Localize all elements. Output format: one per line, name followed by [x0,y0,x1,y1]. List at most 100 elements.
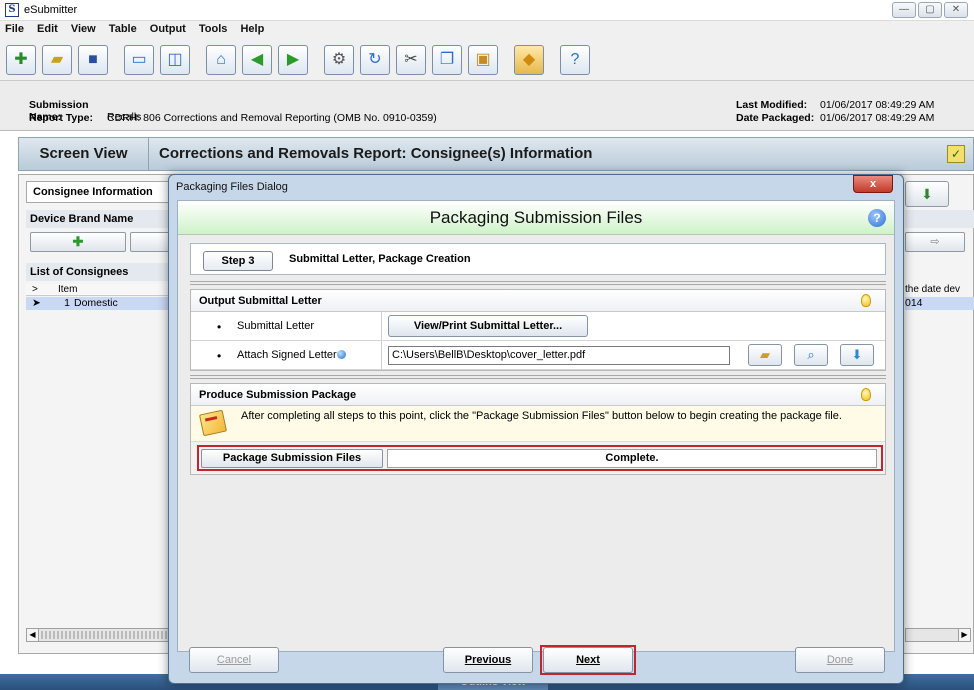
done-button[interactable]: Done [795,647,885,673]
report-title: Corrections and Removals Report: Consign… [159,145,593,162]
dialog-title: Packaging Files Dialog [176,181,288,193]
title-bar: S eSubmitter — ▢ ✕ [0,0,974,21]
attached-file-path[interactable]: C:\Users\BellB\Desktop\cover_letter.pdf [388,346,730,365]
menu-edit[interactable]: Edit [32,21,63,35]
package-status: Complete. [387,449,877,468]
lightbulb-icon [861,388,871,401]
date-packaged-label: Date Packaged: [736,112,815,124]
window-title: eSubmitter [24,4,78,16]
window-icon[interactable]: ▭ [124,45,154,75]
save-icon[interactable]: ■ [78,45,108,75]
col-marker: > [32,284,38,295]
required-dot-icon [337,350,346,359]
toolbar: ✚ ▰ ■ ▭ ◫ ⌂ ◀ ▶ ⚙ ↻ ✂ ❐ ▣ ◆ ? [0,39,974,81]
magnifier-icon[interactable]: ⌕ [794,344,828,366]
col-date: the date dev [905,284,961,295]
help-icon[interactable]: ? [868,209,886,227]
back-icon[interactable]: ◀ [242,45,272,75]
forward-icon[interactable]: ▶ [278,45,308,75]
checklist-icon[interactable]: ✓ [947,145,965,163]
scroll-right-icon[interactable]: ▶ [958,629,970,641]
dialog-body: Packaging Submission Files ? Step 3 Subm… [177,200,895,652]
table-row[interactable]: ➤ 1 Domestic [26,297,172,310]
attach-letter-row: • Attach Signed Letter C:\Users\BellB\De… [191,341,885,370]
menu-output[interactable]: Output [145,21,191,35]
instruction-text: After completing all steps to this point… [241,410,842,422]
produce-package-section: Produce Submission Package After complet… [190,383,886,475]
screen-view-tab[interactable]: Screen View [19,138,149,170]
attach-letter-label: Attach Signed Letter [237,349,337,361]
col-item: Item [58,284,78,295]
new-file-icon[interactable]: ✚ [6,45,36,75]
row-text: Domestic [74,297,118,309]
row-marker-icon: ➤ [32,297,41,309]
device-brand-label: Device Brand Name [26,210,172,228]
report-type-value: CDRH: 806 Corrections and Removal Report… [107,112,437,124]
divider [190,375,886,379]
right-band [905,210,974,228]
settings-icon[interactable]: ⚙ [324,45,354,75]
step-title: Submittal Letter, Package Creation [289,253,471,265]
consignee-list-label: List of Consignees [26,263,172,281]
minimize-button[interactable]: — [892,2,916,18]
download-button[interactable]: ⬇ [905,181,949,207]
divider [190,281,886,285]
produce-section-title: Produce Submission Package [199,389,357,401]
package-icon[interactable]: ◆ [514,45,544,75]
menu-bar: File Edit View Table Output Tools Help [0,21,974,39]
copy-icon[interactable]: ❐ [432,45,462,75]
menu-table[interactable]: Table [104,21,142,35]
note-icon [198,409,228,437]
output-letter-section: Output Submittal Letter • Submittal Lett… [190,289,886,371]
menu-view[interactable]: View [66,21,101,35]
view-print-letter-button[interactable]: View/Print Submittal Letter... [388,315,588,337]
home-icon[interactable]: ⌂ [206,45,236,75]
open-folder-icon[interactable]: ▰ [748,344,782,366]
paste-icon[interactable]: ▣ [468,45,498,75]
package-row: Package Submission Files Complete. [191,442,885,474]
previous-button[interactable]: Previous [443,647,533,673]
help-icon[interactable]: ? [560,45,590,75]
next-button[interactable]: Next [543,647,633,673]
close-window-button[interactable]: ✕ [944,2,968,18]
dialog-close-button[interactable]: x [853,175,893,193]
scroll-left-icon[interactable]: ◀ [27,629,39,641]
table-header: > Item [26,284,172,296]
menu-tools[interactable]: Tools [194,21,233,35]
dialog-heading: Packaging Submission Files [429,208,643,227]
move-right-button[interactable]: ⇨ [905,232,965,252]
bullet-icon: • [217,349,222,363]
report-type-label: Report Type: [29,112,93,124]
package-files-button[interactable]: Package Submission Files [201,449,383,468]
maximize-button[interactable]: ▢ [918,2,942,18]
row-number: 1 [64,297,70,309]
submittal-letter-row: • Submittal Letter View/Print Submittal … [191,312,885,341]
app-logo-icon: S [5,3,19,17]
last-modified-label: Last Modified: [736,99,808,111]
cancel-button[interactable]: Cancel [189,647,279,673]
instruction-note: After completing all steps to this point… [191,406,885,442]
refresh-icon[interactable]: ↻ [360,45,390,75]
submission-info: Submission Name: Recalls Report Type: CDRH… [0,81,974,131]
highlight-box: Package Submission Files Complete. [197,445,883,471]
right-scrollbar[interactable]: ▶ [905,628,971,642]
lightbulb-icon [861,294,871,307]
split-view-icon[interactable]: ◫ [160,45,190,75]
step-badge: Step 3 [203,251,273,271]
last-modified-value: 01/06/2017 08:49:29 AM [820,99,935,111]
date-packaged-value: 01/06/2017 08:49:29 AM [820,112,935,124]
clear-attachment-icon[interactable]: ⬇ [840,344,874,366]
consignee-info-tab[interactable]: Consignee Information [26,181,172,203]
row-date-cell: 014 [905,297,974,310]
menu-help[interactable]: Help [235,21,269,35]
dialog-header: Packaging Submission Files ? [178,201,894,235]
packaging-dialog: Packaging Files Dialog x Packaging Submi… [168,174,904,684]
screen-header: Screen View Corrections and Removals Rep… [18,137,974,171]
submittal-letter-label: Submittal Letter [237,320,315,332]
menu-file[interactable]: File [0,21,29,35]
horizontal-scrollbar[interactable]: ◀ [26,628,172,642]
open-folder-icon[interactable]: ▰ [42,45,72,75]
add-row-button[interactable]: ✚ [30,232,126,252]
step-box: Step 3 Submittal Letter, Package Creatio… [190,243,886,275]
cut-icon[interactable]: ✂ [396,45,426,75]
